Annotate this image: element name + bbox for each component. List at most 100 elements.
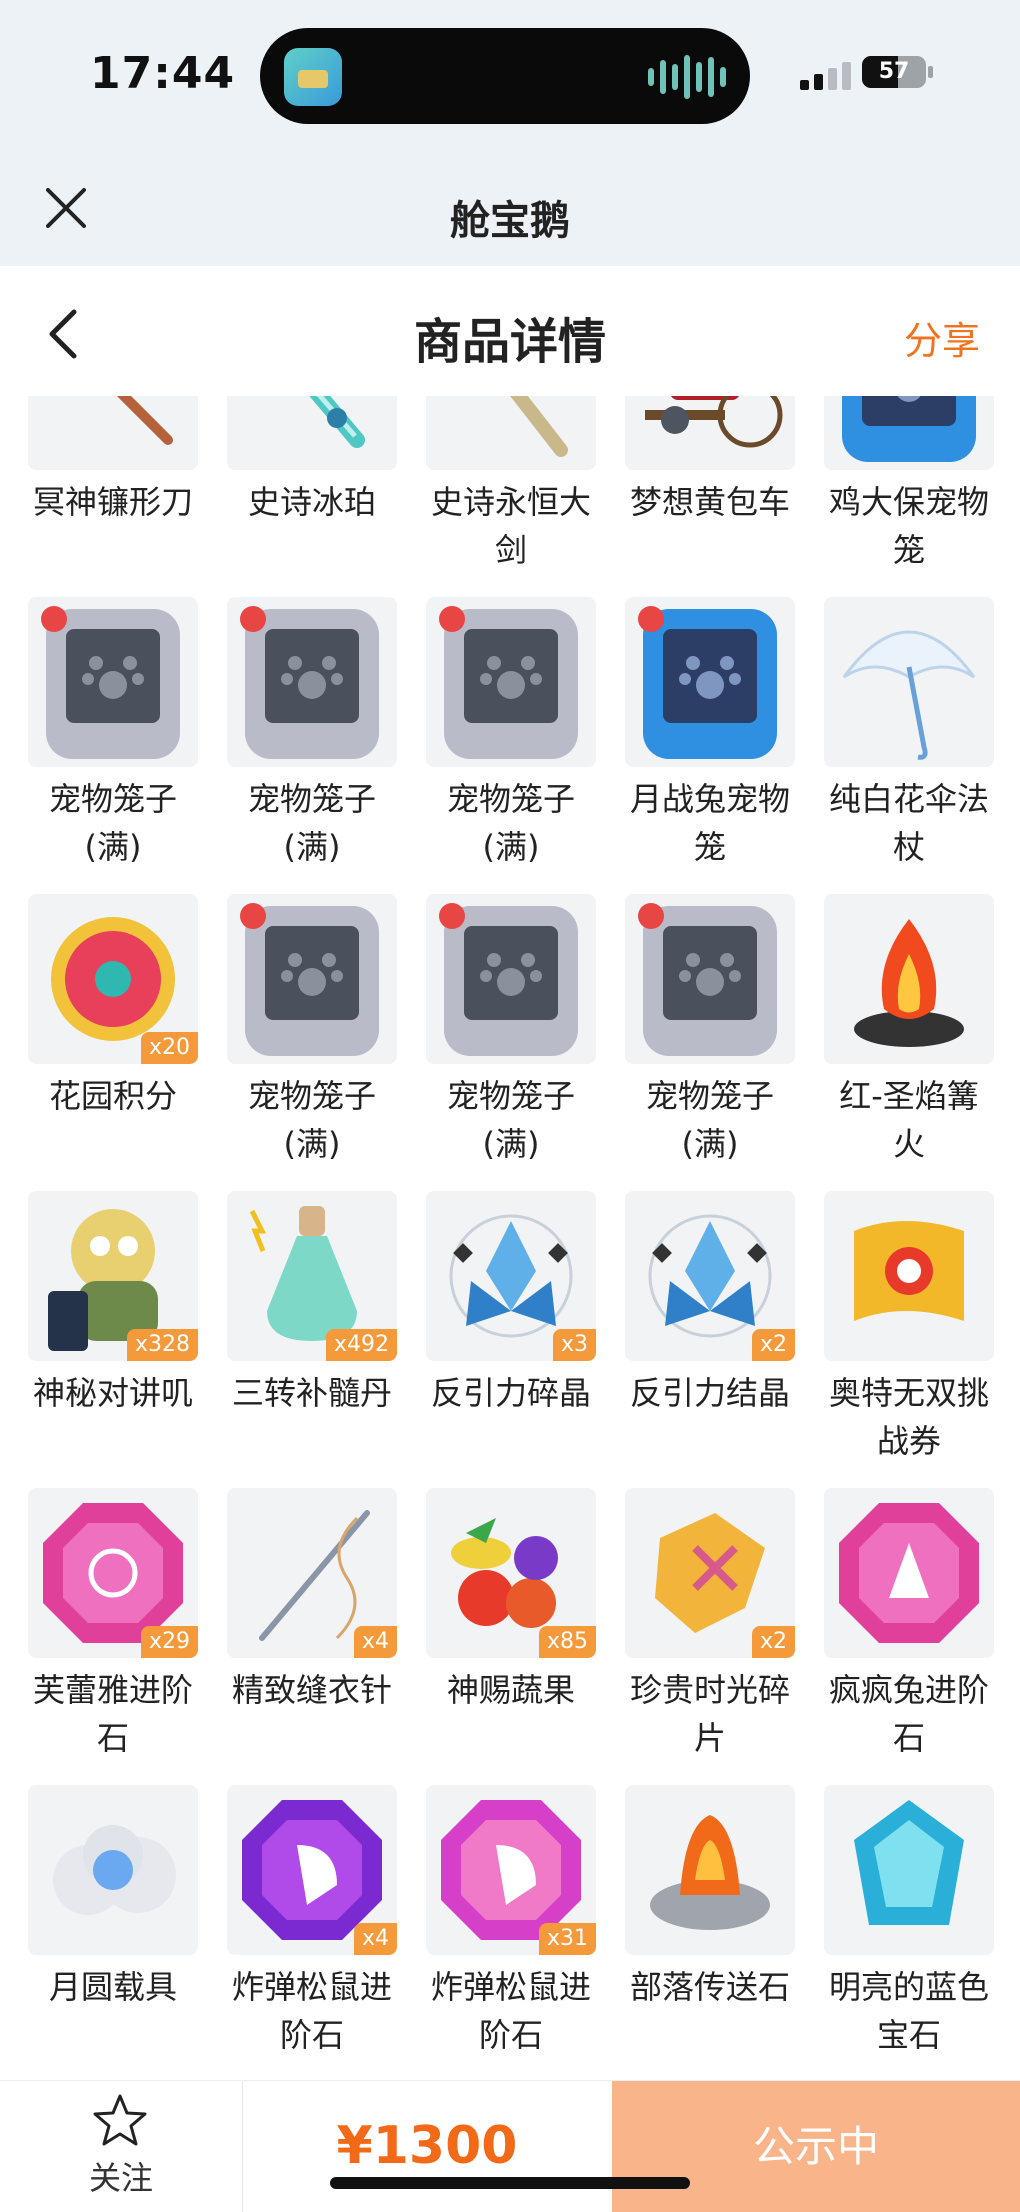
quantity-badge: x3: [552, 1329, 596, 1361]
item-thumbnail: [625, 396, 795, 470]
item-name: 花园积分: [48, 1077, 177, 1115]
item-thumbnail: x4: [227, 1488, 397, 1658]
item-card[interactable]: x85 神赐蔬果: [426, 1488, 596, 1785]
item-thumbnail: [426, 597, 596, 767]
item-card[interactable]: x328 神秘对讲叽: [28, 1191, 198, 1488]
item-name: 神赐蔬果: [446, 1671, 575, 1709]
item-card[interactable]: 史诗冰珀: [227, 396, 397, 597]
cage-gray-icon: [638, 903, 777, 1056]
item-name: 炸弹松鼠进阶石: [430, 1968, 591, 2054]
item-card[interactable]: 宠物笼子(满): [625, 894, 795, 1191]
item-card[interactable]: 明亮的蓝色宝石: [824, 1785, 994, 2080]
item-name: 宠物笼子(满): [247, 780, 376, 866]
item-grid[interactable]: 冥神镰形刀 史诗冰珀 史诗永恒大剑 梦想黄包车 鸡大保宠物笼 宠物笼子(满) 宠物笼子(满)…: [0, 396, 1020, 2080]
battery-icon: 57: [862, 56, 926, 88]
item-thumbnail: [28, 597, 198, 767]
item-card[interactable]: x31 炸弹松鼠进阶石: [426, 1785, 596, 2080]
item-card[interactable]: 疯疯兔进阶石: [824, 1488, 994, 1785]
app-title: 舱宝鹅: [450, 198, 570, 244]
follow-button[interactable]: 关注: [0, 2081, 243, 2212]
item-thumbnail: x2: [625, 1488, 795, 1658]
item-thumbnail: x2: [625, 1191, 795, 1361]
item-card[interactable]: 梦想黄包车: [625, 396, 795, 597]
cage-gray-icon: [41, 606, 180, 759]
item-name: 珍贵时光碎片: [629, 1671, 790, 1757]
item-card[interactable]: 红-圣焰篝火: [824, 894, 994, 1191]
item-card[interactable]: 宠物笼子(满): [227, 894, 397, 1191]
audio-wave-icon: [648, 54, 726, 100]
item-card[interactable]: 部落传送石: [625, 1785, 795, 2080]
cloud-icon: [53, 1825, 176, 1915]
cellular-signal-icon: [800, 62, 851, 90]
item-card[interactable]: 史诗永恒大剑: [426, 396, 596, 597]
item-thumbnail: x4: [227, 1785, 397, 1955]
quantity-badge: x2: [751, 1329, 795, 1361]
item-card[interactable]: 宠物笼子(满): [426, 597, 596, 894]
cage-gray-icon: [240, 606, 379, 759]
icesword-icon: [309, 396, 365, 448]
item-thumbnail: [426, 396, 596, 470]
item-card[interactable]: x492 三转补髓丹: [227, 1191, 397, 1488]
item-thumbnail: [824, 1785, 994, 1955]
quantity-badge: x2: [751, 1626, 795, 1658]
item-name: 宠物笼子(满): [48, 780, 177, 866]
cage-gray-icon: [240, 903, 379, 1056]
item-name: 冥神镰形刀: [32, 483, 193, 521]
portal-icon: [650, 1815, 770, 1930]
item-card[interactable]: x20 花园积分: [28, 894, 198, 1191]
home-indicator: [330, 2177, 690, 2189]
quantity-badge: x20: [140, 1032, 198, 1064]
item-name: 奥特无双挑战券: [828, 1374, 989, 1460]
item-thumbnail: [28, 396, 198, 470]
item-card[interactable]: 宠物笼子(满): [426, 894, 596, 1191]
item-card[interactable]: 鸡大保宠物笼: [824, 396, 994, 597]
item-name: 芙蕾雅进阶石: [32, 1671, 193, 1757]
item-thumbnail: [28, 1785, 198, 1955]
cage-gray-icon: [439, 606, 578, 759]
cage-blue-icon: [638, 606, 777, 759]
quantity-badge: x328: [126, 1329, 198, 1361]
item-card[interactable]: 月圆载具: [28, 1785, 198, 2080]
item-thumbnail: x20: [28, 894, 198, 1064]
item-thumbnail: x85: [426, 1488, 596, 1658]
quantity-badge: x492: [325, 1329, 397, 1361]
item-card[interactable]: x2 珍贵时光碎片: [625, 1488, 795, 1785]
item-name: 月圆载具: [48, 1968, 177, 2006]
item-card[interactable]: 月战兔宠物笼: [625, 597, 795, 894]
item-grid-content: 冥神镰形刀 史诗冰珀 史诗永恒大剑 梦想黄包车 鸡大保宠物笼 宠物笼子(满) 宠物笼子(满)…: [0, 396, 1020, 2080]
item-card[interactable]: 纯白花伞法杖: [824, 597, 994, 894]
item-name: 梦想黄包车: [629, 483, 790, 521]
quantity-badge: x4: [353, 1626, 397, 1658]
share-button[interactable]: 分享: [904, 310, 980, 365]
item-thumbnail: [824, 597, 994, 767]
item-name: 宠物笼子(满): [446, 780, 575, 866]
status-cta-button[interactable]: 公示中: [612, 2081, 1020, 2212]
item-thumbnail: x492: [227, 1191, 397, 1361]
item-card[interactable]: x3 反引力碎晶: [426, 1191, 596, 1488]
item-name: 精致缝衣针: [231, 1671, 392, 1709]
item-thumbnail: [824, 894, 994, 1064]
battery-tip: [928, 66, 933, 78]
item-name: 宠物笼子(满): [645, 1077, 774, 1163]
item-card[interactable]: 宠物笼子(满): [227, 597, 397, 894]
item-card[interactable]: x29 芙蕾雅进阶石: [28, 1488, 198, 1785]
item-thumbnail: [824, 1191, 994, 1361]
item-card[interactable]: 奥特无双挑战券: [824, 1191, 994, 1488]
item-row: 冥神镰形刀 史诗冰珀 史诗永恒大剑 梦想黄包车 鸡大保宠物笼: [0, 396, 1020, 597]
item-row: x328 神秘对讲叽 x492 三转补髓丹 x3 反引力碎晶 x2 反引力结晶 奥特无双挑战券: [0, 1191, 1020, 1488]
item-thumbnail: [824, 396, 994, 470]
cage-gray-icon: [439, 903, 578, 1056]
item-card[interactable]: 冥神镰形刀: [28, 396, 198, 597]
item-card[interactable]: x4 炸弹松鼠进阶石: [227, 1785, 397, 2080]
item-name: 神秘对讲叽: [32, 1374, 193, 1412]
item-card[interactable]: x2 反引力结晶: [625, 1191, 795, 1488]
item-thumbnail: [227, 396, 397, 470]
status-bar: 17:44 57: [0, 0, 1020, 150]
item-card[interactable]: 宠物笼子(满): [28, 597, 198, 894]
item-card[interactable]: x4 精致缝衣针: [227, 1488, 397, 1785]
scroll-icon: [854, 1221, 964, 1321]
page-title: 商品详情: [413, 314, 606, 370]
item-name: 炸弹松鼠进阶石: [231, 1968, 392, 2054]
quantity-badge: x4: [353, 1923, 397, 1955]
item-thumbnail: [625, 1785, 795, 1955]
